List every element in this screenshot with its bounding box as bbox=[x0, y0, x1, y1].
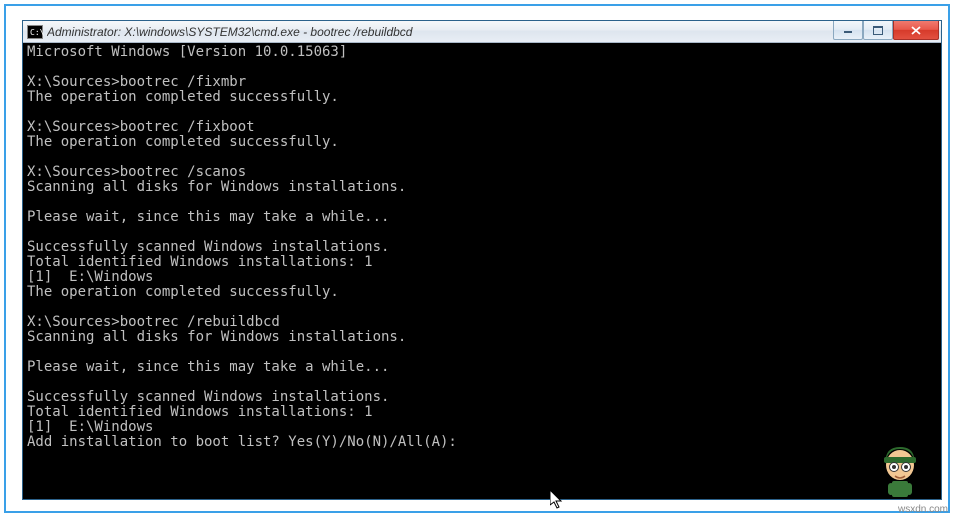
terminal-line: The operation completed successfully. bbox=[27, 135, 937, 150]
titlebar[interactable]: C:\. Administrator: X:\windows\SYSTEM32\… bbox=[23, 21, 941, 43]
terminal-line bbox=[27, 60, 937, 75]
window-title: Administrator: X:\windows\SYSTEM32\cmd.e… bbox=[47, 25, 833, 39]
minimize-icon bbox=[843, 26, 853, 34]
terminal-line: The operation completed successfully. bbox=[27, 90, 937, 105]
terminal-line: X:\Sources>bootrec /fixmbr bbox=[27, 75, 937, 90]
terminal-line: Please wait, since this may take a while… bbox=[27, 360, 937, 375]
terminal-line: X:\Sources>bootrec /rebuildbcd bbox=[27, 315, 937, 330]
terminal-line: Please wait, since this may take a while… bbox=[27, 210, 937, 225]
maximize-icon bbox=[873, 26, 883, 35]
cmd-window: C:\. Administrator: X:\windows\SYSTEM32\… bbox=[22, 20, 942, 500]
terminal-line bbox=[27, 345, 937, 360]
terminal-line: [1] E:\Windows bbox=[27, 420, 937, 435]
terminal-line: Total identified Windows installations: … bbox=[27, 405, 937, 420]
terminal-line bbox=[27, 375, 937, 390]
close-icon bbox=[911, 26, 922, 35]
terminal-line: Add installation to boot list? Yes(Y)/No… bbox=[27, 435, 937, 450]
terminal-line: Total identified Windows installations: … bbox=[27, 255, 937, 270]
cmd-icon: C:\. bbox=[27, 25, 43, 39]
terminal-line: Successfully scanned Windows installatio… bbox=[27, 390, 937, 405]
terminal-line bbox=[27, 300, 937, 315]
terminal-line: X:\Sources>bootrec /fixboot bbox=[27, 120, 937, 135]
close-button[interactable] bbox=[893, 21, 939, 40]
watermark-text: wsxdn.com bbox=[898, 504, 948, 515]
maximize-button[interactable] bbox=[863, 21, 893, 40]
terminal-line bbox=[27, 195, 937, 210]
terminal-line bbox=[27, 105, 937, 120]
terminal-line: The operation completed successfully. bbox=[27, 285, 937, 300]
terminal-line: Scanning all disks for Windows installat… bbox=[27, 180, 937, 195]
window-controls bbox=[833, 21, 939, 41]
terminal-line: [1] E:\Windows bbox=[27, 270, 937, 285]
terminal-line bbox=[27, 150, 937, 165]
terminal-line bbox=[27, 225, 937, 240]
terminal-line: X:\Sources>bootrec /scanos bbox=[27, 165, 937, 180]
terminal-line: Scanning all disks for Windows installat… bbox=[27, 330, 937, 345]
terminal-line: Microsoft Windows [Version 10.0.15063] bbox=[27, 45, 937, 60]
terminal-output[interactable]: Microsoft Windows [Version 10.0.15063] X:… bbox=[23, 43, 941, 499]
terminal-line: Successfully scanned Windows installatio… bbox=[27, 240, 937, 255]
minimize-button[interactable] bbox=[833, 21, 863, 40]
